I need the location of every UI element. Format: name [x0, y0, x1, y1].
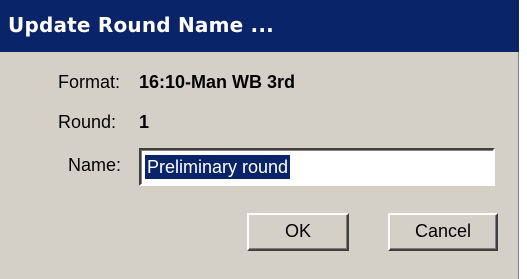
- name-input-value: Preliminary round: [143, 154, 292, 180]
- update-round-name-dialog: Update Round Name ... Format: 16:10-Man …: [0, 0, 519, 279]
- name-input[interactable]: Preliminary round: [139, 148, 495, 186]
- cancel-button[interactable]: Cancel: [388, 213, 498, 251]
- format-value: 16:10-Man WB 3rd: [139, 72, 296, 92]
- title-bar[interactable]: Update Round Name ...: [0, 0, 519, 52]
- format-label: Format:: [58, 72, 121, 92]
- ok-button[interactable]: OK: [247, 213, 349, 251]
- round-label: Round:: [58, 112, 117, 132]
- dialog-title: Update Round Name ...: [8, 13, 274, 37]
- name-label: Name:: [68, 155, 122, 175]
- round-value: 1: [139, 112, 150, 132]
